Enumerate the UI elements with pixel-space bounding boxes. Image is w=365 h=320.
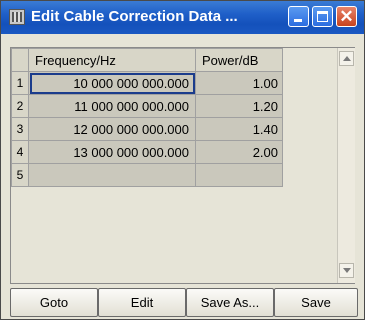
power-cell[interactable]: [195, 163, 283, 187]
power-column-header[interactable]: Power/dB: [195, 48, 283, 72]
vertical-scrollbar[interactable]: [337, 48, 355, 283]
table-row: 2 11 000 000 000.000 1.20: [11, 94, 283, 118]
row-index[interactable]: 5: [11, 163, 29, 187]
scroll-down-button[interactable]: [339, 263, 354, 278]
frequency-cell[interactable]: [28, 163, 196, 187]
edit-cable-correction-window: Edit Cable Correction Data ... ✕ Frequen…: [0, 0, 365, 320]
table-header-row: Frequency/Hz Power/dB: [11, 48, 283, 72]
frequency-cell[interactable]: 13 000 000 000.000: [28, 140, 196, 164]
app-icon: [9, 9, 25, 25]
table-row: 5: [11, 163, 283, 187]
scroll-up-button[interactable]: [339, 51, 354, 66]
power-cell[interactable]: 1.00: [195, 71, 283, 95]
minimize-icon: [294, 19, 302, 22]
goto-button[interactable]: Goto: [10, 288, 98, 317]
title-bar[interactable]: Edit Cable Correction Data ... ✕: [1, 1, 364, 34]
frequency-cell[interactable]: 10 000 000 000.000: [28, 71, 196, 95]
correction-data-table-area: Frequency/Hz Power/dB 1 10 000 000 000.0…: [10, 47, 355, 284]
save-button[interactable]: Save: [274, 288, 358, 317]
window-title: Edit Cable Correction Data ...: [31, 8, 238, 25]
table-row: 1 10 000 000 000.000 1.00: [11, 71, 283, 95]
arrow-down-icon: [343, 268, 351, 273]
row-index[interactable]: 4: [11, 140, 29, 164]
close-icon: ✕: [339, 7, 354, 26]
row-index[interactable]: 2: [11, 94, 29, 118]
correction-data-table: Frequency/Hz Power/dB 1 10 000 000 000.0…: [11, 48, 283, 187]
minimize-button[interactable]: [288, 6, 309, 27]
maximize-icon: [317, 11, 328, 22]
edit-button[interactable]: Edit: [98, 288, 186, 317]
power-cell[interactable]: 1.20: [195, 94, 283, 118]
table-corner: [11, 48, 29, 72]
close-button[interactable]: ✕: [336, 6, 357, 27]
table-row: 4 13 000 000 000.000 2.00: [11, 140, 283, 164]
maximize-button[interactable]: [312, 6, 333, 27]
power-cell[interactable]: 2.00: [195, 140, 283, 164]
save-as-button[interactable]: Save As...: [186, 288, 274, 317]
arrow-up-icon: [343, 56, 351, 61]
frequency-column-header[interactable]: Frequency/Hz: [28, 48, 196, 72]
power-cell[interactable]: 1.40: [195, 117, 283, 141]
table-row: 3 12 000 000 000.000 1.40: [11, 117, 283, 141]
row-index[interactable]: 3: [11, 117, 29, 141]
frequency-cell[interactable]: 12 000 000 000.000: [28, 117, 196, 141]
frequency-cell[interactable]: 11 000 000 000.000: [28, 94, 196, 118]
row-index[interactable]: 1: [11, 71, 29, 95]
